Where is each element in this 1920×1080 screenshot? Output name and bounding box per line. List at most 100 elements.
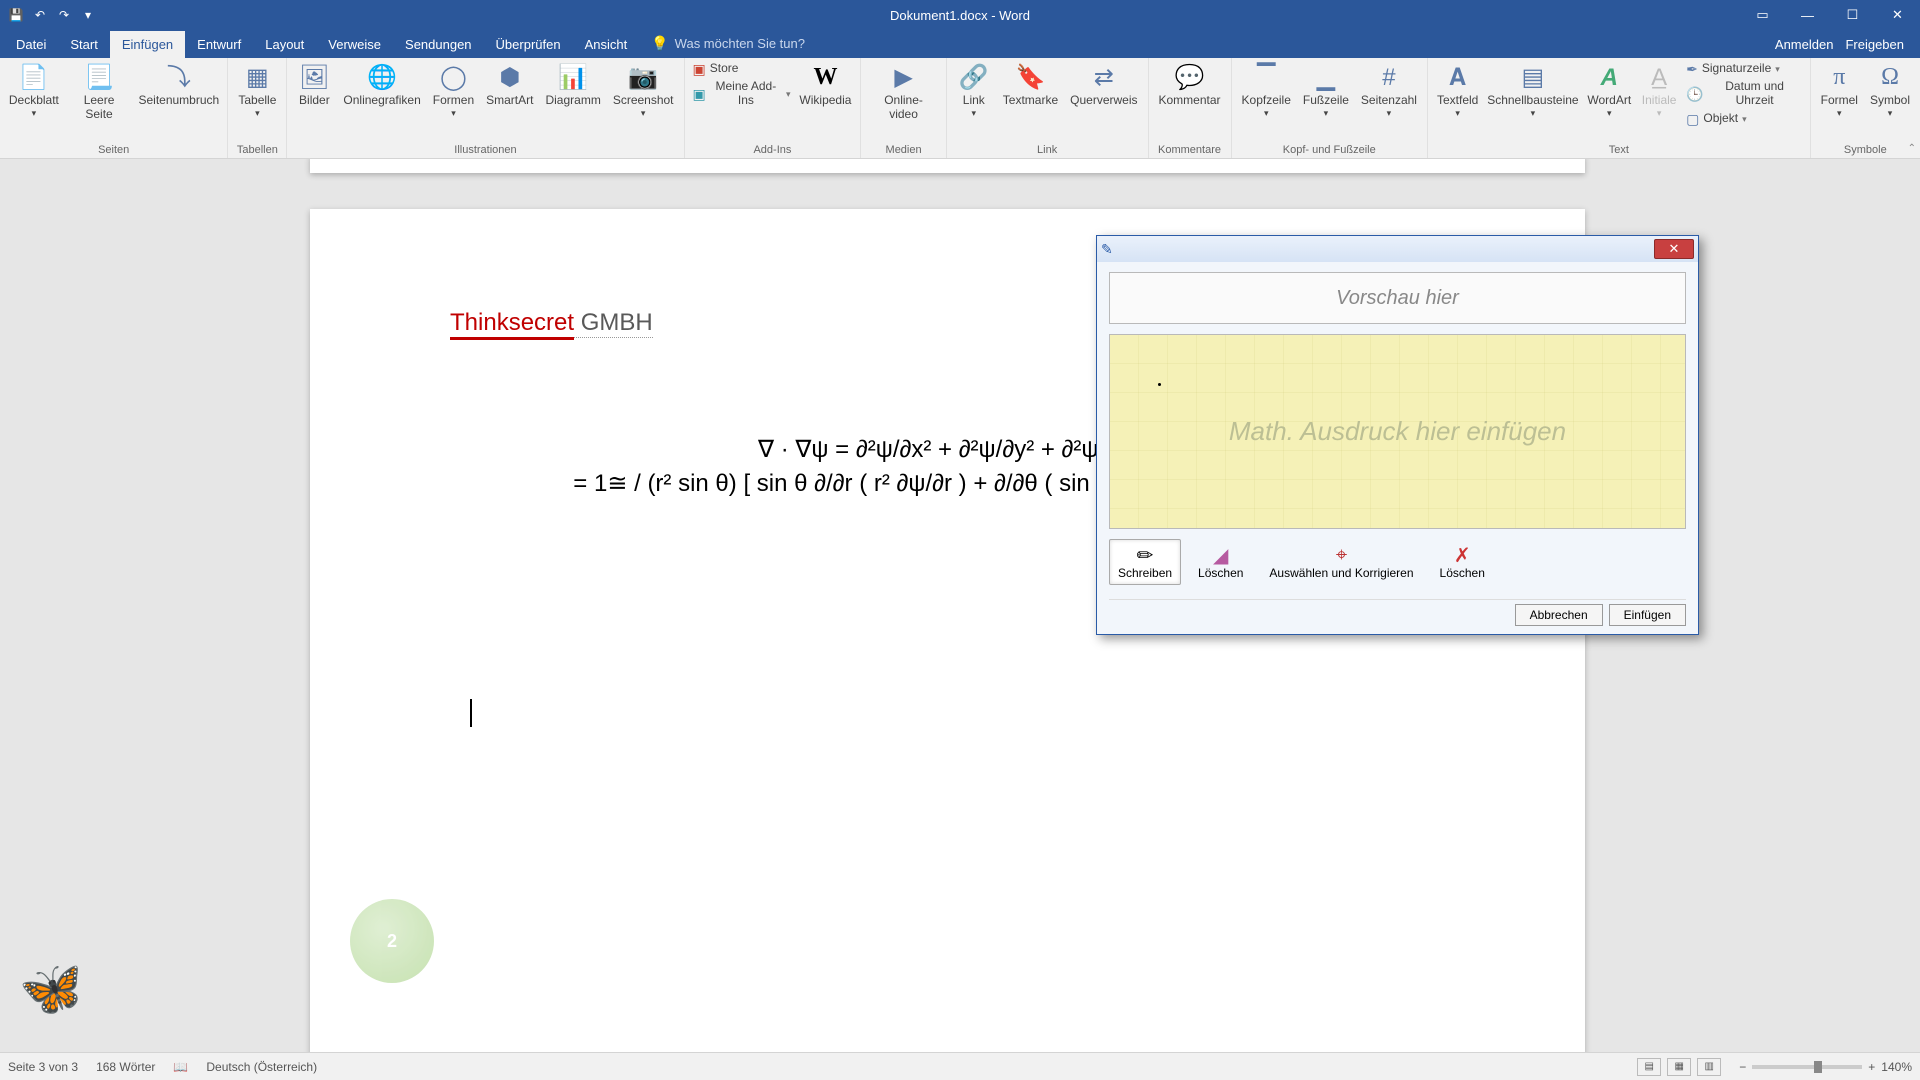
tool-loeschen[interactable]: ◢Löschen (1189, 539, 1252, 585)
tool-clear[interactable]: ✗Löschen (1431, 539, 1494, 585)
status-word-count[interactable]: 168 Wörter (96, 1060, 155, 1074)
table-icon: ▦ (246, 62, 269, 94)
querverweis-button[interactable]: ⇄Querverweis (1066, 60, 1141, 110)
chevron-down-icon: ▾ (1455, 108, 1460, 118)
formen-button[interactable]: ◯Formen▾ (429, 60, 478, 120)
seitenzahl-button[interactable]: #Seitenzahl▾ (1357, 60, 1421, 120)
tabelle-button[interactable]: ▦Tabelle▾ (234, 60, 280, 120)
cover-page-icon: 📄 (19, 62, 49, 94)
wordart-button[interactable]: AWordArt▾ (1584, 60, 1634, 120)
chevron-down-icon: ▾ (972, 108, 977, 118)
kommentar-button[interactable]: 💬Kommentar (1155, 60, 1225, 110)
undo-icon[interactable]: ↶ (32, 7, 48, 23)
schnellbausteine-button[interactable]: ▤Schnellbausteine▾ (1485, 60, 1580, 120)
save-icon[interactable]: 💾 (8, 7, 24, 23)
smartart-button[interactable]: ⬢SmartArt (482, 60, 537, 110)
collapse-ribbon-icon[interactable]: ⌃ (1908, 143, 1916, 154)
wikipedia-button[interactable]: WWikipedia (797, 60, 855, 110)
kopfzeile-button[interactable]: ▔Kopfzeile▾ (1238, 60, 1295, 120)
tab-layout[interactable]: Layout (253, 31, 316, 58)
tab-einfuegen[interactable]: Einfügen (110, 31, 185, 58)
fusszeile-button[interactable]: ▁Fußzeile▾ (1299, 60, 1353, 120)
sign-in-link[interactable]: Anmelden (1775, 37, 1834, 52)
redo-icon[interactable]: ↷ (56, 7, 72, 23)
wikipedia-icon: W (813, 62, 837, 94)
dialog-insert-button[interactable]: Einfügen (1609, 604, 1686, 626)
objekt-button[interactable]: ▢Objekt (1684, 110, 1804, 128)
smartart-label: SmartArt (486, 94, 533, 108)
tab-ueberpruefen[interactable]: Überprüfen (484, 31, 573, 58)
onlinevideo-button[interactable]: ▶Online-video (867, 60, 939, 124)
diagramm-label: Diagramm (545, 94, 600, 108)
tab-entwurf[interactable]: Entwurf (185, 31, 253, 58)
view-print-layout[interactable]: ▦ (1667, 1058, 1691, 1076)
diagramm-button[interactable]: 📊Diagramm (541, 60, 604, 110)
screenshot-button[interactable]: 📷Screenshot▾ (609, 60, 678, 120)
status-language[interactable]: Deutsch (Österreich) (206, 1060, 317, 1074)
seitenumbruch-button[interactable]: ⤵Seitenumbruch (136, 60, 221, 110)
meine-addins-button[interactable]: ▣Meine Add-Ins (691, 79, 793, 109)
group-symbole: πFormel▾ ΩSymbol▾ Symbole (1811, 58, 1920, 158)
zoom-out-button[interactable]: − (1739, 1060, 1746, 1074)
meine-addins-label: Meine Add-Ins (710, 80, 782, 108)
zoom-in-button[interactable]: + (1868, 1060, 1875, 1074)
dialog-cancel-button[interactable]: Abbrechen (1515, 604, 1603, 626)
ribbon-options-icon[interactable]: ▭ (1740, 0, 1785, 30)
maximize-icon[interactable]: ☐ (1830, 0, 1875, 30)
initiale-button[interactable]: A̲Initiale▾ (1638, 60, 1680, 120)
kommentar-label: Kommentar (1159, 94, 1221, 108)
spellcheck-icon[interactable]: 📖 (173, 1060, 188, 1074)
group-text: 𝐀Textfeld▾ ▤Schnellbausteine▾ AWordArt▾ … (1428, 58, 1811, 158)
qat-customize-icon[interactable]: ▾ (80, 7, 96, 23)
tab-datei[interactable]: Datei (4, 31, 58, 58)
datum-uhrzeit-button[interactable]: 🕒Datum und Uhrzeit (1684, 79, 1804, 109)
tell-me-search[interactable]: 💡 Was möchten Sie tun? (651, 35, 805, 58)
group-label-link: Link (953, 142, 1142, 158)
previous-page-sliver (310, 159, 1585, 173)
onlinegrafiken-button[interactable]: 🌐Onlinegrafiken (339, 60, 424, 110)
annotation-badge: 2 (350, 899, 434, 983)
deckblatt-button[interactable]: 📄Deckblatt▾ (6, 60, 62, 120)
formel-button[interactable]: πFormel▾ (1817, 60, 1862, 120)
group-label-kommentare: Kommentare (1155, 142, 1225, 158)
status-page[interactable]: Seite 3 von 3 (8, 1060, 78, 1074)
view-web-layout[interactable]: ▥ (1697, 1058, 1721, 1076)
close-icon[interactable]: ✕ (1875, 0, 1920, 30)
store-button[interactable]: ▣Store (691, 60, 793, 78)
querverweis-label: Querverweis (1070, 94, 1137, 108)
ink-input-area[interactable]: Math. Ausdruck hier einfügen (1109, 334, 1686, 529)
chevron-down-icon: ▾ (451, 108, 456, 118)
zoom-level[interactable]: 140% (1881, 1060, 1912, 1074)
schnellbausteine-label: Schnellbausteine (1487, 94, 1578, 108)
group-kopf-fusszeile: ▔Kopfzeile▾ ▁Fußzeile▾ #Seitenzahl▾ Kopf… (1232, 58, 1428, 158)
view-read-mode[interactable]: ▤ (1637, 1058, 1661, 1076)
dialog-close-button[interactable]: ✕ (1654, 239, 1694, 259)
signaturzeile-button[interactable]: ✒Signaturzeile (1684, 60, 1804, 78)
link-button[interactable]: 🔗Link▾ (953, 60, 995, 120)
leere-seite-button[interactable]: 📃Leere Seite (66, 60, 133, 124)
datum-uhrzeit-label: Datum und Uhrzeit (1708, 80, 1802, 108)
symbol-button[interactable]: ΩSymbol▾ (1866, 60, 1914, 120)
tool-schreiben[interactable]: ✏Schreiben (1109, 539, 1181, 585)
share-button[interactable]: Freigeben (1845, 37, 1904, 52)
tool-auswaehlen-label: Auswählen und Korrigieren (1269, 566, 1413, 580)
minimize-icon[interactable]: — (1785, 0, 1830, 30)
pen-icon: ✎ (1101, 241, 1113, 258)
drop-cap-icon: A̲ (1651, 62, 1667, 94)
zoom-thumb[interactable] (1814, 1061, 1822, 1073)
equation-icon: π (1833, 62, 1845, 94)
bilder-button[interactable]: 🖼Bilder (293, 60, 335, 110)
signaturzeile-label: Signaturzeile (1702, 62, 1771, 76)
textfeld-button[interactable]: 𝐀Textfeld▾ (1434, 60, 1481, 120)
tool-auswaehlen[interactable]: ⌖Auswählen und Korrigieren (1260, 539, 1422, 585)
tab-start[interactable]: Start (58, 31, 109, 58)
quick-parts-icon: ▤ (1522, 62, 1545, 94)
dialog-titlebar[interactable]: ✎ ✕ (1097, 236, 1698, 262)
tab-verweise[interactable]: Verweise (316, 31, 393, 58)
textmarke-button[interactable]: 🔖Textmarke (999, 60, 1062, 110)
zoom-slider[interactable] (1752, 1065, 1862, 1069)
window-controls: ▭ — ☐ ✕ (1740, 0, 1920, 30)
tab-sendungen[interactable]: Sendungen (393, 31, 484, 58)
tab-ansicht[interactable]: Ansicht (573, 31, 640, 58)
store-icon: ▣ (693, 61, 706, 77)
